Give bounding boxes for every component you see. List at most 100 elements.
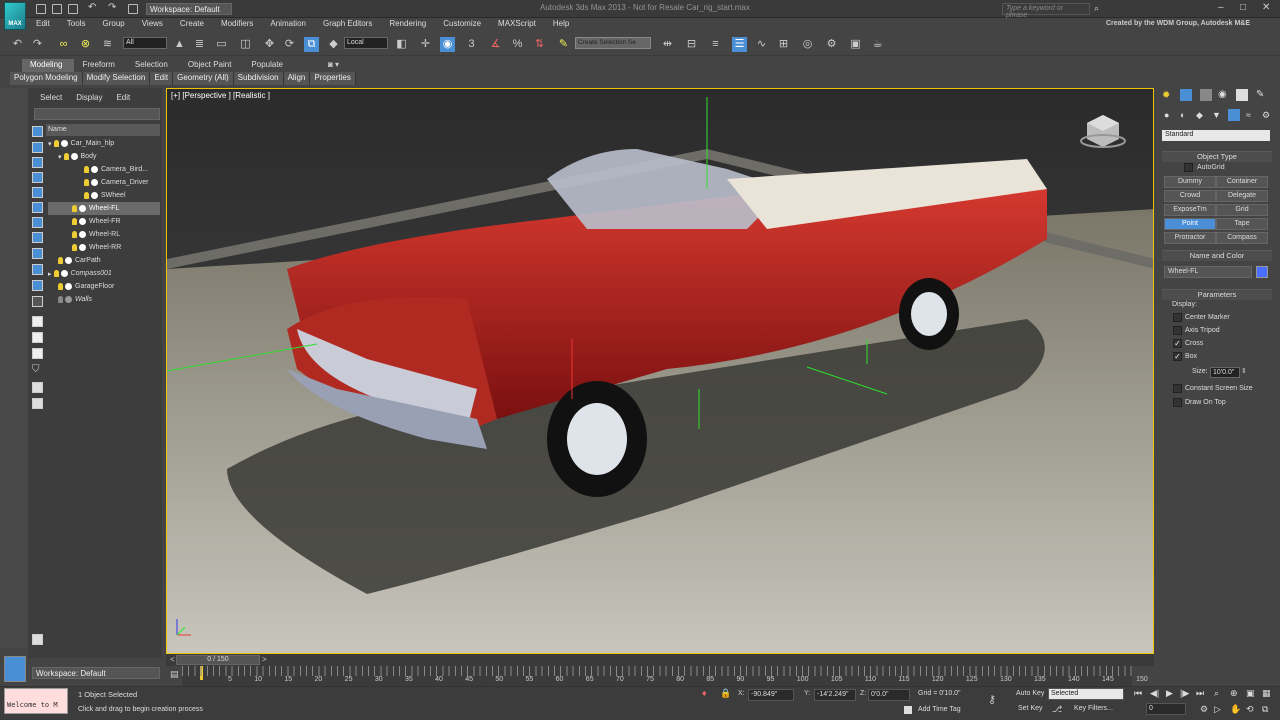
display-lights-icon[interactable] bbox=[32, 172, 43, 183]
display-frozen-icon[interactable] bbox=[32, 296, 43, 307]
viewport-label[interactable]: [+] [Perspective ] [Realistic ] bbox=[171, 91, 270, 100]
pivot-center-icon[interactable]: ◧ bbox=[394, 37, 409, 52]
keyboard-shortcut-override-icon[interactable]: ◉ bbox=[440, 37, 455, 52]
object-type-rollout[interactable]: Object Type bbox=[1162, 151, 1272, 162]
zoom-extents-all-icon[interactable]: ▦ bbox=[1262, 688, 1271, 699]
menu-animation[interactable]: Animation bbox=[262, 18, 315, 32]
tree-item[interactable]: Wheel-RR bbox=[48, 241, 160, 254]
ribbon-properties[interactable]: Properties bbox=[310, 72, 356, 85]
create-tab-icon[interactable]: ✹ bbox=[1162, 90, 1170, 101]
parameters-rollout[interactable]: Parameters bbox=[1162, 289, 1272, 300]
add-time-tag-button[interactable]: Add Time Tag bbox=[918, 706, 961, 713]
menu-customize[interactable]: Customize bbox=[435, 18, 490, 32]
cross-checkbox[interactable]: ✓ bbox=[1173, 339, 1182, 348]
container-button[interactable]: Container bbox=[1216, 176, 1268, 188]
undo-icon[interactable]: ↶ bbox=[88, 2, 96, 13]
app-logo-button[interactable]: MAX bbox=[4, 2, 26, 30]
select-object-icon[interactable]: ▲ bbox=[172, 37, 187, 52]
goto-start-icon[interactable]: ⏮ bbox=[1134, 688, 1142, 699]
select-none-icon[interactable] bbox=[32, 332, 43, 343]
light-bulb-icon[interactable] bbox=[72, 205, 77, 212]
prev-key-icon[interactable]: ◀| bbox=[1150, 688, 1159, 699]
current-frame-input[interactable]: 0 bbox=[1146, 703, 1186, 715]
search-icon[interactable]: ⌕ bbox=[1094, 3, 1104, 13]
tree-item[interactable]: Camera_Bird... bbox=[48, 163, 160, 176]
select-invert-icon[interactable] bbox=[32, 348, 43, 359]
snaps-toggle-icon[interactable]: 3 bbox=[464, 37, 479, 52]
rotate-icon[interactable]: ⟳ bbox=[282, 37, 297, 52]
light-bulb-icon[interactable] bbox=[53, 270, 59, 277]
light-bulb-icon[interactable] bbox=[72, 218, 77, 225]
light-bulb-icon[interactable] bbox=[53, 140, 59, 147]
angle-snap-icon[interactable]: ∡ bbox=[488, 37, 503, 52]
open-file-icon[interactable] bbox=[52, 4, 62, 14]
tree-item[interactable]: Camera_Driver bbox=[48, 176, 160, 189]
explorer-menu-select[interactable]: Select bbox=[40, 93, 62, 102]
filter-icon[interactable]: ⛉ bbox=[32, 364, 40, 375]
move-icon[interactable]: ✥ bbox=[262, 37, 277, 52]
time-tag-icon[interactable] bbox=[904, 706, 912, 714]
menu-views[interactable]: Views bbox=[134, 18, 172, 32]
category-dropdown[interactable]: Standard bbox=[1162, 130, 1270, 141]
collapse-explorer-icon[interactable] bbox=[32, 634, 43, 645]
maximize-viewport-icon[interactable]: ⧉ bbox=[1262, 704, 1268, 715]
menu-help[interactable]: Help bbox=[545, 18, 578, 32]
name-color-rollout[interactable]: Name and Color bbox=[1162, 250, 1272, 261]
explorer-menu-edit[interactable]: Edit bbox=[116, 93, 130, 102]
options-icon[interactable] bbox=[32, 398, 43, 409]
field-of-view-icon[interactable]: ▷ bbox=[1214, 704, 1221, 715]
display-all-icon[interactable] bbox=[32, 126, 43, 137]
y-coordinate-input[interactable]: -14'2.249" bbox=[814, 689, 856, 701]
constant-screen-size-checkbox[interactable] bbox=[1173, 384, 1182, 393]
display-cameras-icon[interactable] bbox=[32, 187, 43, 198]
percent-snap-icon[interactable]: % bbox=[510, 37, 525, 52]
next-frame-arrow[interactable]: > bbox=[262, 655, 267, 664]
compass-button[interactable]: Compass bbox=[1216, 232, 1268, 244]
tree-item[interactable]: SWheel bbox=[48, 189, 160, 202]
render-setup-icon[interactable]: ⚙ bbox=[824, 37, 839, 52]
align-icon[interactable]: ⊟ bbox=[684, 37, 699, 52]
box-checkbox[interactable]: ✓ bbox=[1173, 352, 1182, 361]
redo-icon[interactable]: ↷ bbox=[108, 2, 116, 13]
display-helpers-icon[interactable] bbox=[32, 202, 43, 213]
window-crossing-icon[interactable]: ◫ bbox=[238, 37, 253, 52]
selection-filter-dropdown[interactable]: All bbox=[123, 37, 167, 49]
explorer-search-input[interactable] bbox=[34, 108, 160, 120]
menu-graph-editors[interactable]: Graph Editors bbox=[315, 18, 381, 32]
menu-maxscript[interactable]: MAXScript bbox=[490, 18, 545, 32]
explorer-column-header[interactable]: Name bbox=[46, 124, 160, 136]
explorer-menu-display[interactable]: Display bbox=[76, 93, 102, 102]
ribbon-edit[interactable]: Edit bbox=[150, 72, 174, 85]
project-folder-icon[interactable] bbox=[128, 4, 138, 14]
time-slider[interactable] bbox=[166, 654, 1154, 666]
z-coordinate-input[interactable]: 0'0.0" bbox=[868, 689, 910, 701]
orbit-icon[interactable]: ⟲ bbox=[1246, 704, 1254, 715]
schematic-view-icon[interactable]: ⊞ bbox=[776, 37, 791, 52]
cameras-icon[interactable]: ▼ bbox=[1212, 110, 1221, 120]
menu-modifiers[interactable]: Modifiers bbox=[213, 18, 262, 32]
ribbon-polygon-modeling[interactable]: Polygon Modeling bbox=[10, 72, 83, 85]
object-name-input[interactable]: Wheel-FL bbox=[1164, 266, 1252, 278]
unlink-icon[interactable]: ⊗ bbox=[78, 37, 93, 52]
selection-lock-icon[interactable]: 🔒 bbox=[720, 688, 731, 699]
menu-group[interactable]: Group bbox=[94, 18, 133, 32]
select-by-name-icon[interactable]: ≣ bbox=[192, 37, 207, 52]
menu-rendering[interactable]: Rendering bbox=[381, 18, 435, 32]
maxscript-listener-input[interactable]: Welcome to M bbox=[4, 688, 68, 714]
display-shapes-icon[interactable] bbox=[32, 157, 43, 168]
tree-item[interactable]: CarPath bbox=[48, 254, 160, 267]
time-configuration-icon[interactable]: ⚙ bbox=[1200, 704, 1208, 715]
tree-item[interactable]: Wheel-FR bbox=[48, 215, 160, 228]
close-button[interactable]: ✕ bbox=[1262, 2, 1270, 13]
x-coordinate-input[interactable]: -90.849" bbox=[748, 689, 794, 701]
perspective-viewport[interactable]: [+] [Perspective ] [Realistic ] bbox=[166, 88, 1154, 654]
light-bulb-icon[interactable] bbox=[72, 244, 77, 251]
prev-frame-arrow[interactable]: < bbox=[170, 655, 175, 664]
layer-manager-icon[interactable]: ≡ bbox=[708, 37, 723, 52]
mirror-icon[interactable]: ⇹ bbox=[660, 37, 675, 52]
play-icon[interactable]: ▶ bbox=[1166, 688, 1173, 699]
light-bulb-icon[interactable] bbox=[58, 257, 63, 264]
display-bones-icon[interactable] bbox=[32, 264, 43, 275]
render-production-icon[interactable]: ☕ bbox=[870, 37, 885, 52]
protractor-button[interactable]: Protractor bbox=[1164, 232, 1216, 244]
